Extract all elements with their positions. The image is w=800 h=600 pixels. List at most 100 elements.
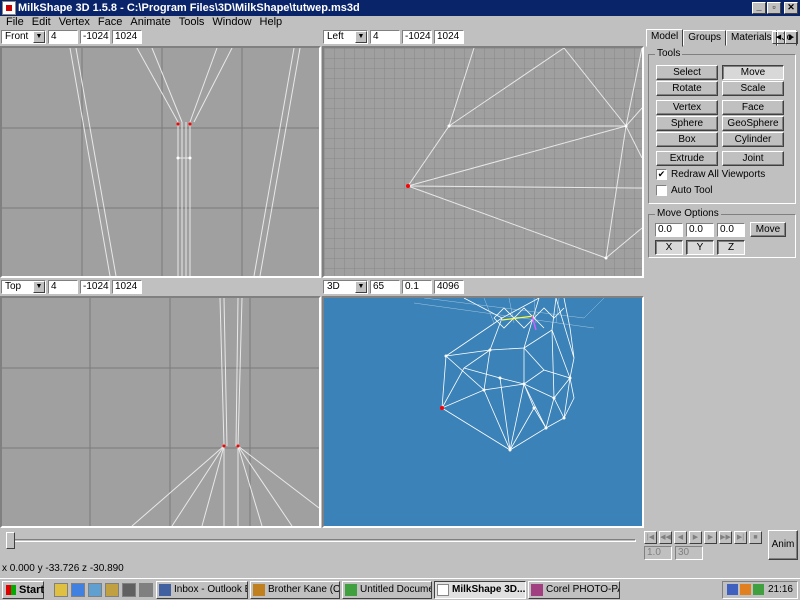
left-viewport-canvas bbox=[324, 48, 642, 276]
anim-button[interactable]: Anim bbox=[768, 530, 798, 560]
frame-start-field[interactable]: 1.0 bbox=[644, 546, 672, 560]
axis-x-toggle[interactable]: X bbox=[655, 240, 683, 255]
play-icon[interactable]: ▶ bbox=[689, 531, 702, 544]
top-min-field[interactable]: -1024 bbox=[80, 280, 110, 294]
front-max-field[interactable]: 1024 bbox=[112, 30, 142, 44]
tray-app-icon[interactable] bbox=[753, 584, 764, 595]
rotate-button[interactable]: Rotate bbox=[656, 81, 718, 96]
select-button[interactable]: Select bbox=[656, 65, 718, 80]
next-frame-icon[interactable]: ▶ bbox=[704, 531, 717, 544]
axis-y-toggle[interactable]: Y bbox=[686, 240, 714, 255]
menu-file[interactable]: File bbox=[2, 16, 28, 30]
move-options-title: Move Options bbox=[655, 208, 721, 219]
next-key-icon[interactable]: ▶▶ bbox=[719, 531, 732, 544]
tab-groups[interactable]: Groups bbox=[683, 30, 727, 46]
front-grid-field[interactable]: 4 bbox=[48, 30, 78, 44]
axis-z-toggle[interactable]: Z bbox=[717, 240, 745, 255]
left-min-field[interactable]: -1024 bbox=[402, 30, 432, 44]
cylinder-button[interactable]: Cylinder bbox=[722, 132, 784, 147]
persp-viewport[interactable] bbox=[322, 296, 644, 528]
face-button[interactable]: Face bbox=[722, 100, 784, 115]
persp-view-select[interactable]: 3D ▼ bbox=[323, 280, 368, 294]
quicklaunch-app-icon[interactable] bbox=[122, 583, 136, 597]
menu-animate[interactable]: Animate bbox=[126, 16, 174, 30]
left-grid-field[interactable]: 4 bbox=[370, 30, 400, 44]
app-icon[interactable] bbox=[2, 1, 16, 15]
task-milkshape-label: MilkShape 3D... bbox=[452, 584, 526, 595]
speaker-icon[interactable] bbox=[740, 584, 751, 595]
last-frame-icon[interactable]: ▶| bbox=[734, 531, 747, 544]
maximize-button[interactable]: ▫ bbox=[767, 2, 781, 14]
menu-tools[interactable]: Tools bbox=[175, 16, 209, 30]
tab-scroll-right-icon[interactable]: ▶ bbox=[785, 31, 798, 44]
quicklaunch-desktop-icon[interactable] bbox=[88, 583, 102, 597]
top-viewport[interactable] bbox=[0, 296, 321, 528]
box-button[interactable]: Box bbox=[656, 132, 718, 147]
left-view-select[interactable]: Left ▼ bbox=[323, 30, 368, 44]
auto-tool-label: Auto Tool bbox=[671, 185, 713, 196]
task-untitled-document[interactable]: Untitled Docume... bbox=[342, 581, 432, 599]
menu-edit[interactable]: Edit bbox=[28, 16, 55, 30]
tab-scroll-left-icon[interactable]: ◀ bbox=[772, 31, 785, 44]
sphere-button[interactable]: Sphere bbox=[656, 116, 718, 131]
menu-help[interactable]: Help bbox=[256, 16, 287, 30]
top-max-field[interactable]: 1024 bbox=[112, 280, 142, 294]
task-corel-label: Corel PHOTO-PA... bbox=[546, 584, 619, 595]
vertex-button[interactable]: Vertex bbox=[656, 100, 718, 115]
top-view-select[interactable]: Top ▼ bbox=[1, 280, 46, 294]
task-corel-photo-paint[interactable]: Corel PHOTO-PA... bbox=[528, 581, 620, 599]
extrude-button[interactable]: Extrude bbox=[656, 151, 718, 166]
move-tool-button[interactable]: Move bbox=[722, 65, 784, 80]
front-view-select[interactable]: Front ▼ bbox=[1, 30, 46, 44]
move-z-field[interactable]: 0.0 bbox=[717, 223, 745, 237]
prev-frame-icon[interactable]: ◀ bbox=[674, 531, 687, 544]
close-button[interactable]: ✕ bbox=[784, 2, 798, 14]
quicklaunch-folder-icon[interactable] bbox=[105, 583, 119, 597]
first-frame-icon[interactable]: |◀ bbox=[644, 531, 657, 544]
coordinates-readout: x 0.000 y -33.726 z -30.890 bbox=[2, 563, 124, 574]
top-viewport-canvas bbox=[2, 298, 319, 526]
persp-near-field[interactable]: 0.1 bbox=[402, 280, 432, 294]
joint-button[interactable]: Joint bbox=[722, 151, 784, 166]
stop-icon[interactable]: ■ bbox=[749, 531, 762, 544]
quicklaunch-app2-icon[interactable] bbox=[139, 583, 153, 597]
front-viewport-header: Front ▼ 4 -1024 1024 bbox=[1, 30, 142, 44]
front-viewport[interactable] bbox=[0, 46, 321, 278]
auto-tool-checkbox[interactable]: Auto Tool bbox=[656, 185, 713, 196]
top-grid-field[interactable]: 4 bbox=[48, 280, 78, 294]
persp-fov-field[interactable]: 65 bbox=[370, 280, 400, 294]
task-outlook[interactable]: Inbox - Outlook E... bbox=[156, 581, 248, 599]
move-apply-button[interactable]: Move bbox=[750, 222, 786, 237]
task-milkshape[interactable]: MilkShape 3D... bbox=[434, 581, 526, 599]
prev-key-icon[interactable]: ◀◀ bbox=[659, 531, 672, 544]
persp-far-field[interactable]: 4096 bbox=[434, 280, 464, 294]
menu-face[interactable]: Face bbox=[94, 16, 126, 30]
network-icon[interactable] bbox=[727, 584, 738, 595]
timeline-track[interactable] bbox=[8, 539, 636, 542]
minimize-button[interactable]: _ bbox=[752, 2, 766, 14]
redraw-all-checkbox[interactable]: ✔ Redraw All Viewports bbox=[656, 169, 765, 180]
geosphere-button[interactable]: GeoSphere bbox=[722, 116, 784, 131]
frame-end-field[interactable]: 30 bbox=[675, 546, 703, 560]
window-title: MilkShape 3D 1.5.8 - C:\Program Files\3D… bbox=[18, 2, 360, 14]
move-x-field[interactable]: 0.0 bbox=[655, 223, 683, 237]
quicklaunch-ie-icon[interactable] bbox=[71, 583, 85, 597]
front-min-field[interactable]: -1024 bbox=[80, 30, 110, 44]
left-viewport[interactable] bbox=[322, 46, 644, 278]
start-button[interactable]: Start bbox=[2, 581, 44, 599]
menu-window[interactable]: Window bbox=[208, 16, 255, 30]
task-brother-kane[interactable]: Brother Kane (On... bbox=[250, 581, 340, 599]
timeline-slider-thumb[interactable] bbox=[6, 532, 15, 549]
menu-vertex[interactable]: Vertex bbox=[55, 16, 94, 30]
taskbar: Start Inbox - Outlook E... Brother Kane … bbox=[0, 578, 800, 600]
tab-materials[interactable]: Materials bbox=[726, 30, 777, 46]
outlook-icon bbox=[159, 584, 171, 596]
tab-model[interactable]: Model bbox=[646, 29, 684, 47]
redraw-all-label: Redraw All Viewports bbox=[671, 169, 766, 180]
move-y-field[interactable]: 0.0 bbox=[686, 223, 714, 237]
menu-bar: File Edit Vertex Face Animate Tools Wind… bbox=[0, 16, 800, 30]
quicklaunch-outlook-icon[interactable] bbox=[54, 583, 68, 597]
animation-controls: |◀ ◀◀ ◀ ▶ ▶ ▶▶ ▶| ■ 1.0 30 Anim bbox=[644, 530, 800, 562]
scale-button[interactable]: Scale bbox=[722, 81, 784, 96]
left-max-field[interactable]: 1024 bbox=[434, 30, 464, 44]
